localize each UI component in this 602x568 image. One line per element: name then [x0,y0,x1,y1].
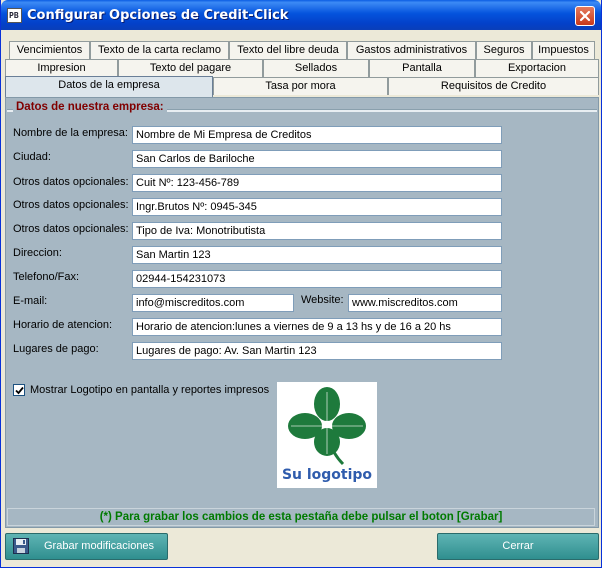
title-bar[interactable]: PB Configurar Opciones de Credit-Click [1,0,601,30]
tab-impuestos[interactable]: Impuestos [532,41,595,59]
input-direccion[interactable]: San Martin 123 [132,246,502,264]
label-telefono: Telefono/Fax: [13,271,80,283]
tab-impresion[interactable]: Impresion [5,59,118,77]
show-logo-label[interactable]: Mostrar Logotipo en pantalla y reportes … [30,384,269,396]
input-ciudad[interactable]: San Carlos de Bariloche [132,150,502,168]
label-direccion: Direccion: [13,247,62,259]
tab-texto-libre-deuda[interactable]: Texto del libre deuda [229,41,347,59]
group-title: Datos de nuestra empresa: [13,101,167,113]
close-icon [579,10,591,22]
input-website[interactable]: www.miscreditos.com [348,294,502,312]
input-otros-datos-2[interactable]: Ingr.Brutos Nº: 0945-345 [132,198,502,216]
tab-seguros[interactable]: Seguros [476,41,532,59]
input-horario[interactable]: Horario de atencion:lunes a viernes de 9… [132,318,502,336]
tab-texto-carta-reclamo[interactable]: Texto de la carta reclamo [90,41,229,59]
label-nombre-empresa: Nombre de la empresa: [13,127,128,139]
save-button-label: Grabar modificaciones [44,540,155,552]
input-lugares-pago[interactable]: Lugares de pago: Av. San Martin 123 [132,342,502,360]
show-logo-checkbox[interactable] [13,384,25,396]
tab-texto-pagare[interactable]: Texto del pagare [118,59,263,77]
tab-exportacion[interactable]: Exportacion [475,59,599,77]
tab-gastos-administrativos[interactable]: Gastos administrativos [347,41,476,59]
close-window-button[interactable] [575,6,595,26]
save-button[interactable]: Grabar modificaciones [5,533,168,560]
input-nombre-empresa[interactable]: Nombre de Mi Empresa de Creditos [132,126,502,144]
input-otros-datos-3[interactable]: Tipo de Iva: Monotributista [132,222,502,240]
save-notice: (*) Para grabar los cambios de esta pest… [7,508,595,526]
input-email[interactable]: info@miscreditos.com [132,294,294,312]
dialog-window: PB Configurar Opciones de Credit-Click V… [0,0,602,568]
label-otros-datos-1: Otros datos opcionales: [13,176,129,188]
tab-vencimientos[interactable]: Vencimientos [9,41,90,59]
label-website: Website: [301,294,344,306]
floppy-disk-icon [13,538,29,554]
tab-datos-empresa[interactable]: Datos de la empresa [5,76,213,97]
input-telefono[interactable]: 02944-154231073 [132,270,502,288]
tab-requisitos-credito[interactable]: Requisitos de Credito [388,77,599,95]
app-icon: PB [7,8,22,23]
close-button[interactable]: Cerrar [437,533,599,560]
label-otros-datos-3: Otros datos opcionales: [13,223,129,235]
tab-tasa-por-mora[interactable]: Tasa por mora [213,77,388,95]
clover-icon [288,387,366,466]
window-title: Configurar Opciones de Credit-Click [27,8,289,23]
label-otros-datos-2: Otros datos opcionales: [13,199,129,211]
label-ciudad: Ciudad: [13,151,51,163]
logo-image: Su logotipo [277,382,377,488]
label-email: E-mail: [13,295,48,307]
tab-pantalla[interactable]: Pantalla [369,59,475,77]
label-horario: Horario de atencion: [13,319,113,331]
checkmark-icon [15,386,24,395]
input-otros-datos-1[interactable]: Cuit Nº: 123-456-789 [132,174,502,192]
label-lugares-pago: Lugares de pago: [13,343,99,355]
app-icon-text: PB [9,11,19,20]
tab-sellados[interactable]: Sellados [263,59,369,77]
logo-text: Su logotipo [281,467,373,483]
